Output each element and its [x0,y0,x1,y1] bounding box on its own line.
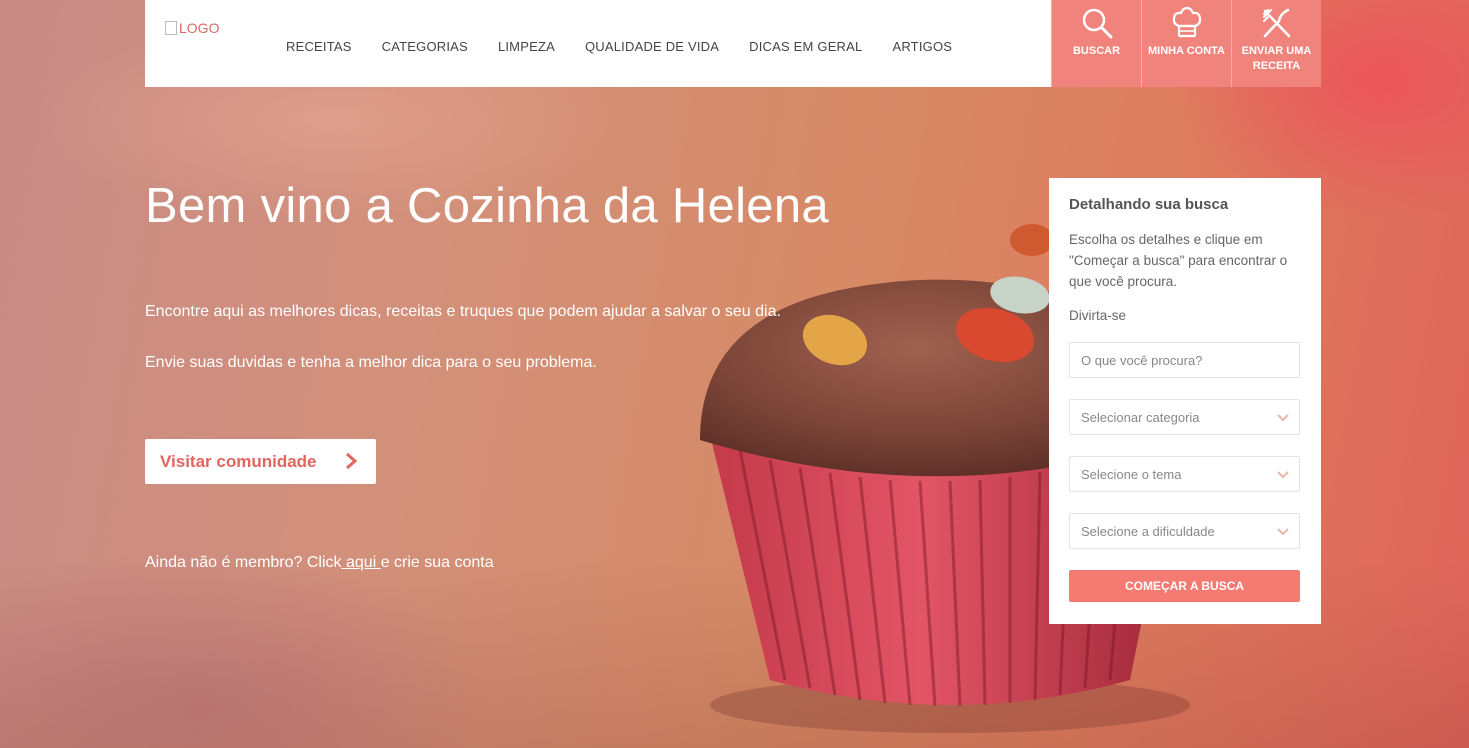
theme-select-value: Selecione o tema [1081,466,1182,482]
site-logo[interactable]: LOGO [145,0,265,87]
search-button-label: BUSCAR [1072,45,1121,57]
nav-item-artigos[interactable]: ARTIGOS [892,33,952,54]
hero-paragraph-1: Encontre aqui as melhores dicas, receita… [145,303,781,320]
chevron-down-icon [1277,528,1289,536]
theme-select[interactable]: Selecione o tema [1069,456,1300,492]
visit-community-button[interactable]: Visitar comunidade [145,439,376,484]
signup-link[interactable]: aqui [342,554,381,571]
broken-image-icon [165,21,177,35]
hero-title: Bem vino a Cozinha da Helena [145,179,829,233]
hero-paragraph-2: Envie suas duvidas e tenha a melhor dica… [145,354,597,371]
search-query-input[interactable] [1069,342,1300,378]
search-panel-subtitle: Divirta-se [1069,308,1127,323]
category-select[interactable]: Selecionar categoria [1069,399,1300,435]
start-search-button[interactable]: COMEÇAR A BUSCA [1069,570,1300,602]
main-nav: RECEITAS CATEGORIAS LIMPEZA QUALIDADE DE… [265,0,1051,87]
chevron-right-icon [346,452,358,470]
nav-item-limpeza[interactable]: LIMPEZA [498,33,555,54]
signup-prompt: Ainda não é membro? Click aqui e crie su… [145,554,494,572]
search-panel-title: Detalhando sua busca [1069,196,1229,213]
category-select-value: Selecionar categoria [1081,409,1200,425]
chevron-down-icon [1277,414,1289,422]
difficulty-select-value: Selecione a dificuldade [1081,523,1215,539]
chevron-down-icon [1277,471,1289,479]
send-recipe-button[interactable]: ENVIAR UMA RECEITA [1231,0,1321,87]
send-recipe-label: ENVIAR UMA RECEITA [1241,45,1312,72]
site-header: LOGO RECEITAS CATEGORIAS LIMPEZA QUALIDA… [145,0,1321,87]
search-icon [1082,8,1112,39]
search-button[interactable]: BUSCAR [1051,0,1141,87]
signup-prompt-suffix: e crie sua conta [380,554,494,571]
visit-community-label: Visitar comunidade [160,451,317,471]
chef-hat-icon [1172,6,1201,38]
logo-alt-text: LOGO [179,20,220,36]
nav-item-receitas[interactable]: RECEITAS [286,33,352,54]
my-account-button[interactable]: MINHA CONTA [1141,0,1231,87]
fork-knife-icon [1262,8,1290,38]
nav-item-categorias[interactable]: CATEGORIAS [382,33,468,54]
my-account-label: MINHA CONTA [1148,45,1225,57]
signup-prompt-prefix: Ainda não é membro? Click [145,554,342,571]
nav-item-dicas-em-geral[interactable]: DICAS EM GERAL [749,33,862,54]
nav-item-qualidade-de-vida[interactable]: QUALIDADE DE VIDA [585,33,719,54]
search-panel: Detalhando sua busca Escolha os detalhes… [1049,178,1321,624]
difficulty-select[interactable]: Selecione a dificuldade [1069,513,1300,549]
search-panel-description: Escolha os detalhes e clique em "Começar… [1069,232,1288,289]
header-actions: BUSCAR MINHA CONTA ENVIAR UMA RECEITA [1051,0,1321,87]
